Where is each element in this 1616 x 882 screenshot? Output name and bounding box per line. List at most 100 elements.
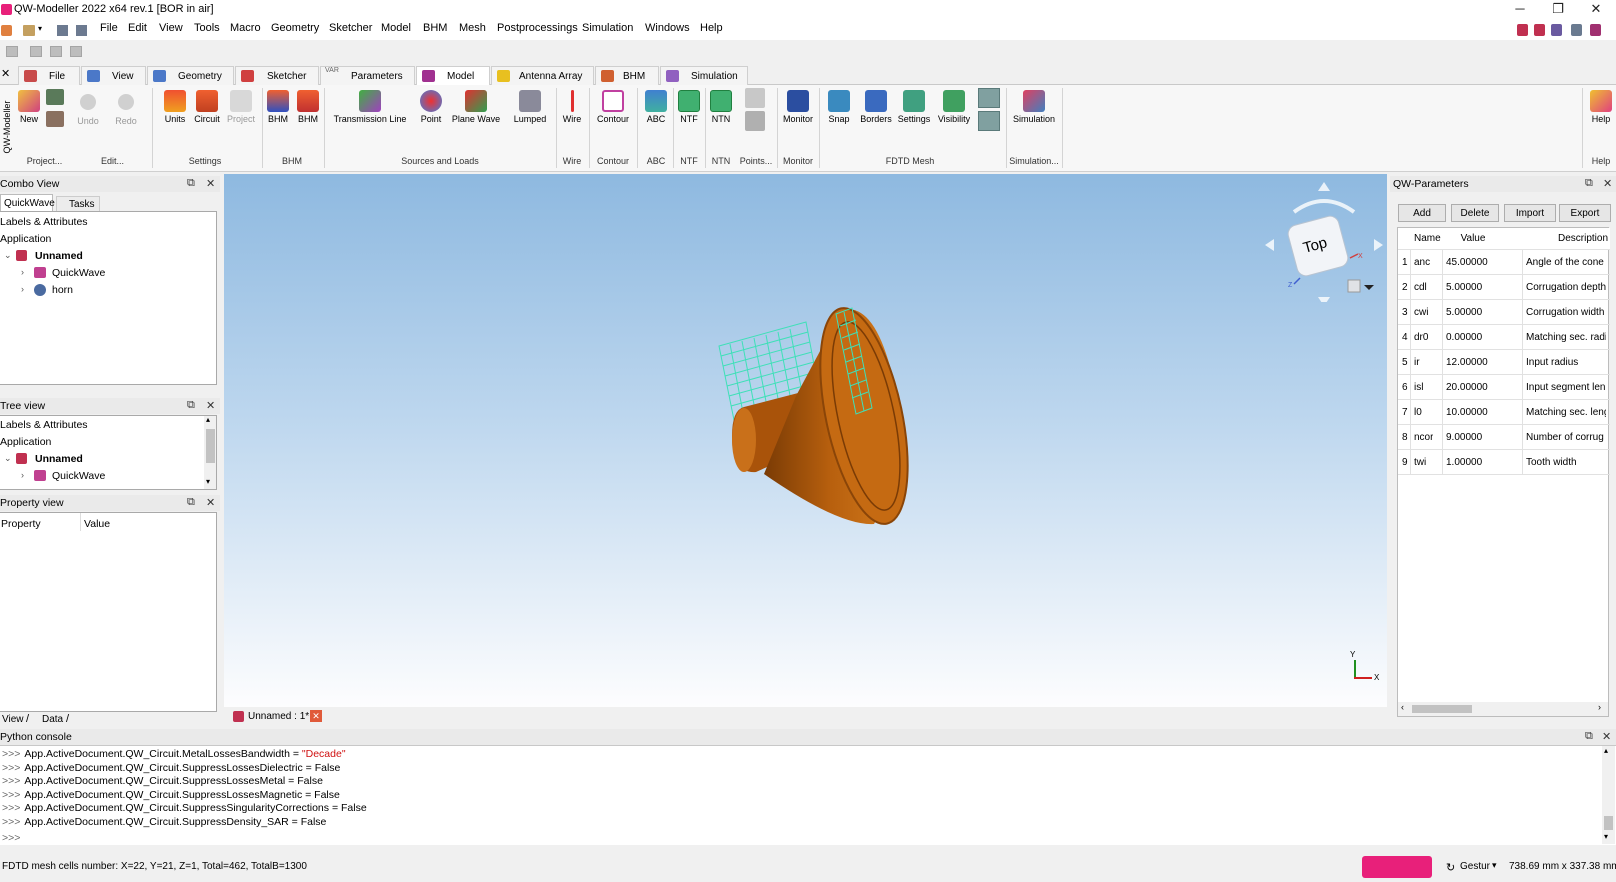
scroll-down-icon[interactable]: ▾ xyxy=(1604,832,1608,841)
tab-quickwave[interactable]: QuickWave xyxy=(0,194,55,211)
mesh-view-icon-2[interactable] xyxy=(978,111,1000,131)
scroll-thumb[interactable] xyxy=(1604,816,1613,830)
close-icon[interactable]: ✕ xyxy=(206,177,215,190)
redo-button[interactable]: Redo xyxy=(114,90,138,126)
monitor-button[interactable]: Monitor xyxy=(780,90,816,124)
group-simulation[interactable]: Simulation... xyxy=(1006,156,1062,166)
table-row[interactable]: 2 cdl 5.00000 Corrugation depth xyxy=(1398,275,1610,300)
contour-button[interactable]: Contour xyxy=(594,90,632,124)
settings-button[interactable]: Settings xyxy=(896,90,932,124)
menu-simulation[interactable]: Simulation xyxy=(582,22,633,34)
help-button[interactable]: Help xyxy=(1588,90,1614,124)
ntn-button[interactable]: NTN xyxy=(708,90,734,124)
workbench-icon[interactable] xyxy=(1,25,12,36)
float-icon[interactable]: ⧉ xyxy=(1585,730,1593,743)
horn-model[interactable] xyxy=(224,174,1387,707)
close-tab-icon[interactable]: ✕ xyxy=(310,710,322,722)
chevron-down-icon[interactable]: ⌄ xyxy=(4,453,12,464)
dropdown-icon[interactable]: ▾ xyxy=(38,24,42,33)
group-points[interactable]: Points... xyxy=(738,156,774,166)
restore-button[interactable]: ❐ xyxy=(1540,1,1576,19)
workbench-icon-2[interactable] xyxy=(1534,24,1545,36)
workbench-icon-5[interactable] xyxy=(1590,24,1601,36)
minimize-button[interactable]: ─ xyxy=(1502,1,1538,19)
tree-item-unnamed[interactable]: Unnamed xyxy=(35,250,83,262)
console-scrollbar[interactable]: ▴ ▾ xyxy=(1602,746,1615,844)
save-small-icon[interactable] xyxy=(46,89,64,105)
snap-button[interactable]: Snap xyxy=(824,90,854,124)
group-project[interactable]: Project... xyxy=(22,156,67,166)
close-icon[interactable]: ✕ xyxy=(206,496,215,509)
scroll-left-icon[interactable]: ‹ xyxy=(1401,702,1404,712)
close-ribbon-icon[interactable]: ✕ xyxy=(1,67,10,80)
chevron-down-icon[interactable]: ⌄ xyxy=(4,250,12,261)
menu-bhm[interactable]: BHM xyxy=(423,22,447,34)
workbench-icon-3[interactable] xyxy=(1551,24,1562,36)
tab-bhm[interactable]: BHM xyxy=(595,66,659,85)
scroll-thumb[interactable] xyxy=(206,429,215,463)
add-parameter-button[interactable]: Add xyxy=(1398,204,1446,222)
tree-item-quickwave[interactable]: QuickWave xyxy=(52,470,105,482)
import-parameters-button[interactable]: Import xyxy=(1504,204,1556,222)
console-prompt[interactable]: >>> xyxy=(2,832,20,844)
menu-mesh[interactable]: Mesh xyxy=(459,22,486,34)
scroll-up-icon[interactable]: ▴ xyxy=(206,416,210,424)
simulation-button[interactable]: Simulation xyxy=(1010,90,1058,124)
scroll-down-icon[interactable]: ▾ xyxy=(206,477,210,486)
tab-view-bottom[interactable]: View xyxy=(2,714,24,725)
scroll-thumb[interactable] xyxy=(1412,705,1472,713)
tree-item-unnamed[interactable]: Unnamed xyxy=(35,453,83,465)
menu-tools[interactable]: Tools xyxy=(194,22,220,34)
tab-parameters[interactable]: VAR Parameters xyxy=(320,66,415,85)
tab-antenna-array[interactable]: Antenna Array xyxy=(491,66,594,85)
menu-macro[interactable]: Macro xyxy=(230,22,261,34)
close-icon[interactable]: ✕ xyxy=(206,399,215,412)
save-as-icon[interactable] xyxy=(76,25,87,36)
menu-geometry[interactable]: Geometry xyxy=(271,22,319,34)
table-row[interactable]: 8 ncor 9.00000 Number of corrug xyxy=(1398,425,1610,450)
tab-model[interactable]: Model xyxy=(416,66,490,86)
tree-item-quickwave[interactable]: QuickWave xyxy=(52,267,105,279)
tab-data-bottom[interactable]: Data xyxy=(42,714,63,725)
menu-sketcher[interactable]: Sketcher xyxy=(329,22,372,34)
bhm-dropdown-button[interactable]: BHM xyxy=(266,90,290,124)
tab-file[interactable]: File xyxy=(18,66,80,85)
menu-windows[interactable]: Windows xyxy=(645,22,690,34)
ntf-button[interactable]: NTF xyxy=(676,90,702,124)
table-row[interactable]: 1 anc 45.00000 Angle of the cone xyxy=(1398,250,1610,275)
chevron-right-icon[interactable]: › xyxy=(21,470,24,480)
open-icon[interactable] xyxy=(23,25,35,36)
group-edit[interactable]: Edit... xyxy=(95,156,130,166)
menu-help[interactable]: Help xyxy=(700,22,723,34)
tab-view[interactable]: View xyxy=(81,66,146,85)
visibility-button[interactable]: Visibility xyxy=(936,90,972,124)
units-button[interactable]: Units xyxy=(160,90,190,124)
workbench-icon-1[interactable] xyxy=(1517,24,1528,36)
close-icon[interactable]: ✕ xyxy=(1602,730,1611,743)
export-parameters-button[interactable]: Export xyxy=(1559,204,1611,222)
document-tab-label[interactable]: Unnamed : 1* xyxy=(248,711,309,722)
wire-button[interactable]: Wire xyxy=(560,90,584,124)
save-icon[interactable] xyxy=(57,25,68,36)
float-icon[interactable]: ⧉ xyxy=(187,177,195,190)
float-icon[interactable]: ⧉ xyxy=(187,399,195,412)
scroll-right-icon[interactable]: › xyxy=(1598,702,1601,712)
circuit-button[interactable]: Circuit xyxy=(192,90,222,124)
menu-view[interactable]: View xyxy=(159,22,183,34)
navigation-style-selector[interactable]: Gestur xyxy=(1460,861,1490,872)
tab-sketcher[interactable]: Sketcher xyxy=(235,66,319,85)
tab-simulation[interactable]: Simulation xyxy=(660,66,748,85)
table-row[interactable]: 5 ir 12.00000 Input radius xyxy=(1398,350,1610,375)
float-icon[interactable]: ⧉ xyxy=(187,496,195,509)
tree-scrollbar[interactable]: ▴ ▾ xyxy=(204,416,216,489)
tab-geometry[interactable]: Geometry xyxy=(147,66,234,85)
chevron-right-icon[interactable]: › xyxy=(21,267,24,277)
table-row[interactable]: 7 l0 10.00000 Matching sec. leng xyxy=(1398,400,1610,425)
tree-item-horn[interactable]: horn xyxy=(52,284,73,296)
float-icon[interactable]: ⧉ xyxy=(1585,177,1593,190)
close-button[interactable]: ✕ xyxy=(1578,1,1614,19)
table-row[interactable]: 3 cwi 5.00000 Corrugation width xyxy=(1398,300,1610,325)
workbench-icon-4[interactable] xyxy=(1571,24,1582,36)
table-row[interactable]: 9 twi 1.00000 Tooth width xyxy=(1398,450,1610,475)
menu-model[interactable]: Model xyxy=(381,22,411,34)
